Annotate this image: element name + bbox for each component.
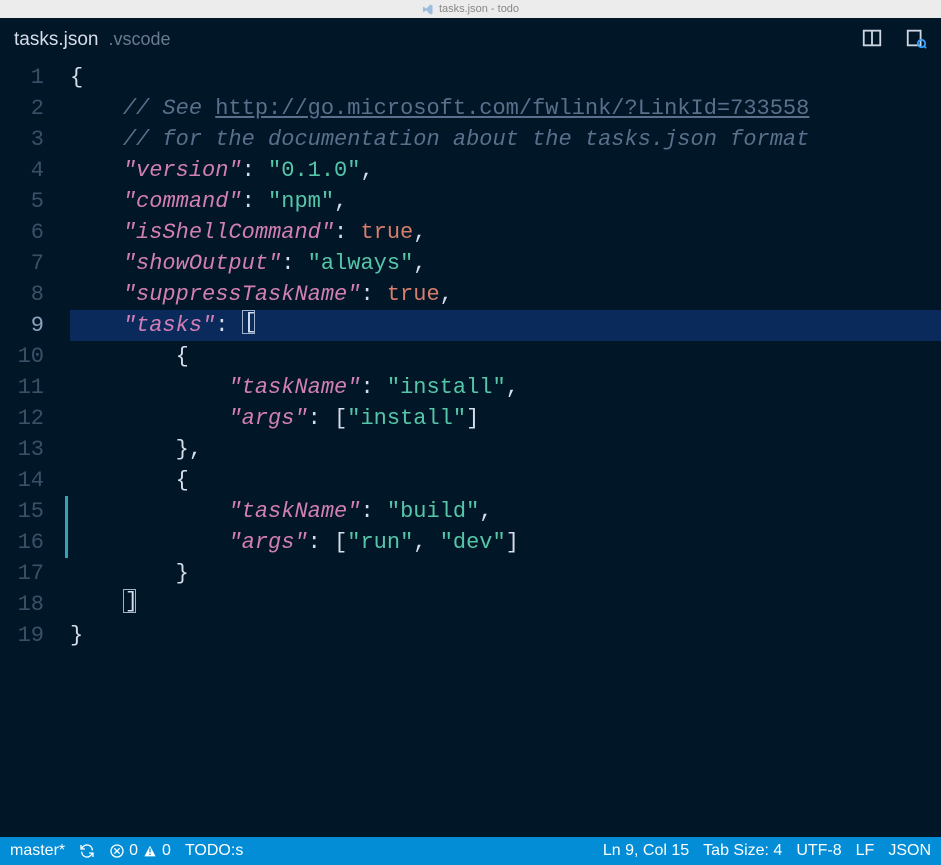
code-line[interactable]: } xyxy=(70,558,941,589)
status-bar: master* 0 0 TODO:s Ln 9, Col 15 Tab Size… xyxy=(0,837,941,865)
code-line[interactable]: } xyxy=(70,620,941,651)
line-number: 19 xyxy=(0,620,44,651)
code-area[interactable]: 12345678910111213141516171819 { // See h… xyxy=(0,62,941,837)
line-number: 13 xyxy=(0,434,44,465)
code-line[interactable]: // See http://go.microsoft.com/fwlink/?L… xyxy=(70,93,941,124)
status-language[interactable]: JSON xyxy=(888,842,931,860)
code-line[interactable]: }, xyxy=(70,434,941,465)
code-line[interactable]: "taskName": "install", xyxy=(70,372,941,403)
tab-directory: .vscode xyxy=(108,29,170,50)
code-line[interactable]: "taskName": "build", xyxy=(70,496,941,527)
code-line[interactable]: { xyxy=(70,341,941,372)
line-number: 7 xyxy=(0,248,44,279)
window-title: tasks.json - todo xyxy=(439,3,519,15)
status-cursor-position[interactable]: Ln 9, Col 15 xyxy=(603,842,689,860)
code-line[interactable]: "tasks": xyxy=(70,310,941,341)
line-number: 17 xyxy=(0,558,44,589)
code-line[interactable]: { xyxy=(70,465,941,496)
line-number: 1 xyxy=(0,62,44,93)
status-encoding[interactable]: UTF-8 xyxy=(796,842,841,860)
vscode-icon xyxy=(422,4,433,15)
line-number: 4 xyxy=(0,155,44,186)
code-line[interactable]: "args": ["run", "dev"] xyxy=(70,527,941,558)
status-tab-size[interactable]: Tab Size: 4 xyxy=(703,842,782,860)
show-preview-icon[interactable] xyxy=(905,27,927,54)
line-number: 15 xyxy=(0,496,44,527)
line-number: 5 xyxy=(0,186,44,217)
code-line[interactable]: "suppressTaskName": true, xyxy=(70,279,941,310)
code-line[interactable]: "args": ["install"] xyxy=(70,403,941,434)
tab-bar: tasks.json .vscode xyxy=(0,18,941,62)
line-number: 3 xyxy=(0,124,44,155)
split-editor-icon[interactable] xyxy=(861,27,883,54)
git-branch[interactable]: master* xyxy=(10,842,65,860)
line-number: 14 xyxy=(0,465,44,496)
warning-icon xyxy=(142,843,158,859)
code-lines[interactable]: { // See http://go.microsoft.com/fwlink/… xyxy=(70,62,941,837)
line-number: 12 xyxy=(0,403,44,434)
status-problems[interactable]: 0 0 xyxy=(109,842,171,860)
code-line[interactable]: "isShellCommand": true, xyxy=(70,217,941,248)
git-sync-icon[interactable] xyxy=(79,843,95,859)
line-number-gutter: 12345678910111213141516171819 xyxy=(0,62,70,837)
code-line[interactable]: "command": "npm", xyxy=(70,186,941,217)
line-number: 10 xyxy=(0,341,44,372)
line-number: 6 xyxy=(0,217,44,248)
line-number: 2 xyxy=(0,93,44,124)
line-number: 16 xyxy=(0,527,44,558)
code-line[interactable]: "showOutput": "always", xyxy=(70,248,941,279)
comment-link[interactable]: http://go.microsoft.com/fwlink/?LinkId=7… xyxy=(215,96,809,121)
line-number: 18 xyxy=(0,589,44,620)
code-line[interactable] xyxy=(70,589,941,620)
code-line[interactable]: "version": "0.1.0", xyxy=(70,155,941,186)
cursor xyxy=(242,310,255,334)
status-eol[interactable]: LF xyxy=(856,842,875,860)
error-icon xyxy=(109,843,125,859)
os-titlebar: tasks.json - todo xyxy=(0,0,941,18)
tab-filename: tasks.json xyxy=(14,29,98,51)
status-todos[interactable]: TODO:s xyxy=(185,842,243,860)
editor: tasks.json .vscode 123456789101112131415… xyxy=(0,18,941,837)
code-line[interactable]: // for the documentation about the tasks… xyxy=(70,124,941,155)
tab-active[interactable]: tasks.json .vscode xyxy=(14,29,171,51)
git-change-indicator xyxy=(65,527,68,558)
git-change-indicator xyxy=(65,496,68,527)
matching-bracket xyxy=(123,589,136,613)
line-number: 9 xyxy=(0,310,44,341)
line-number: 8 xyxy=(0,279,44,310)
code-line[interactable]: { xyxy=(70,62,941,93)
line-number: 11 xyxy=(0,372,44,403)
